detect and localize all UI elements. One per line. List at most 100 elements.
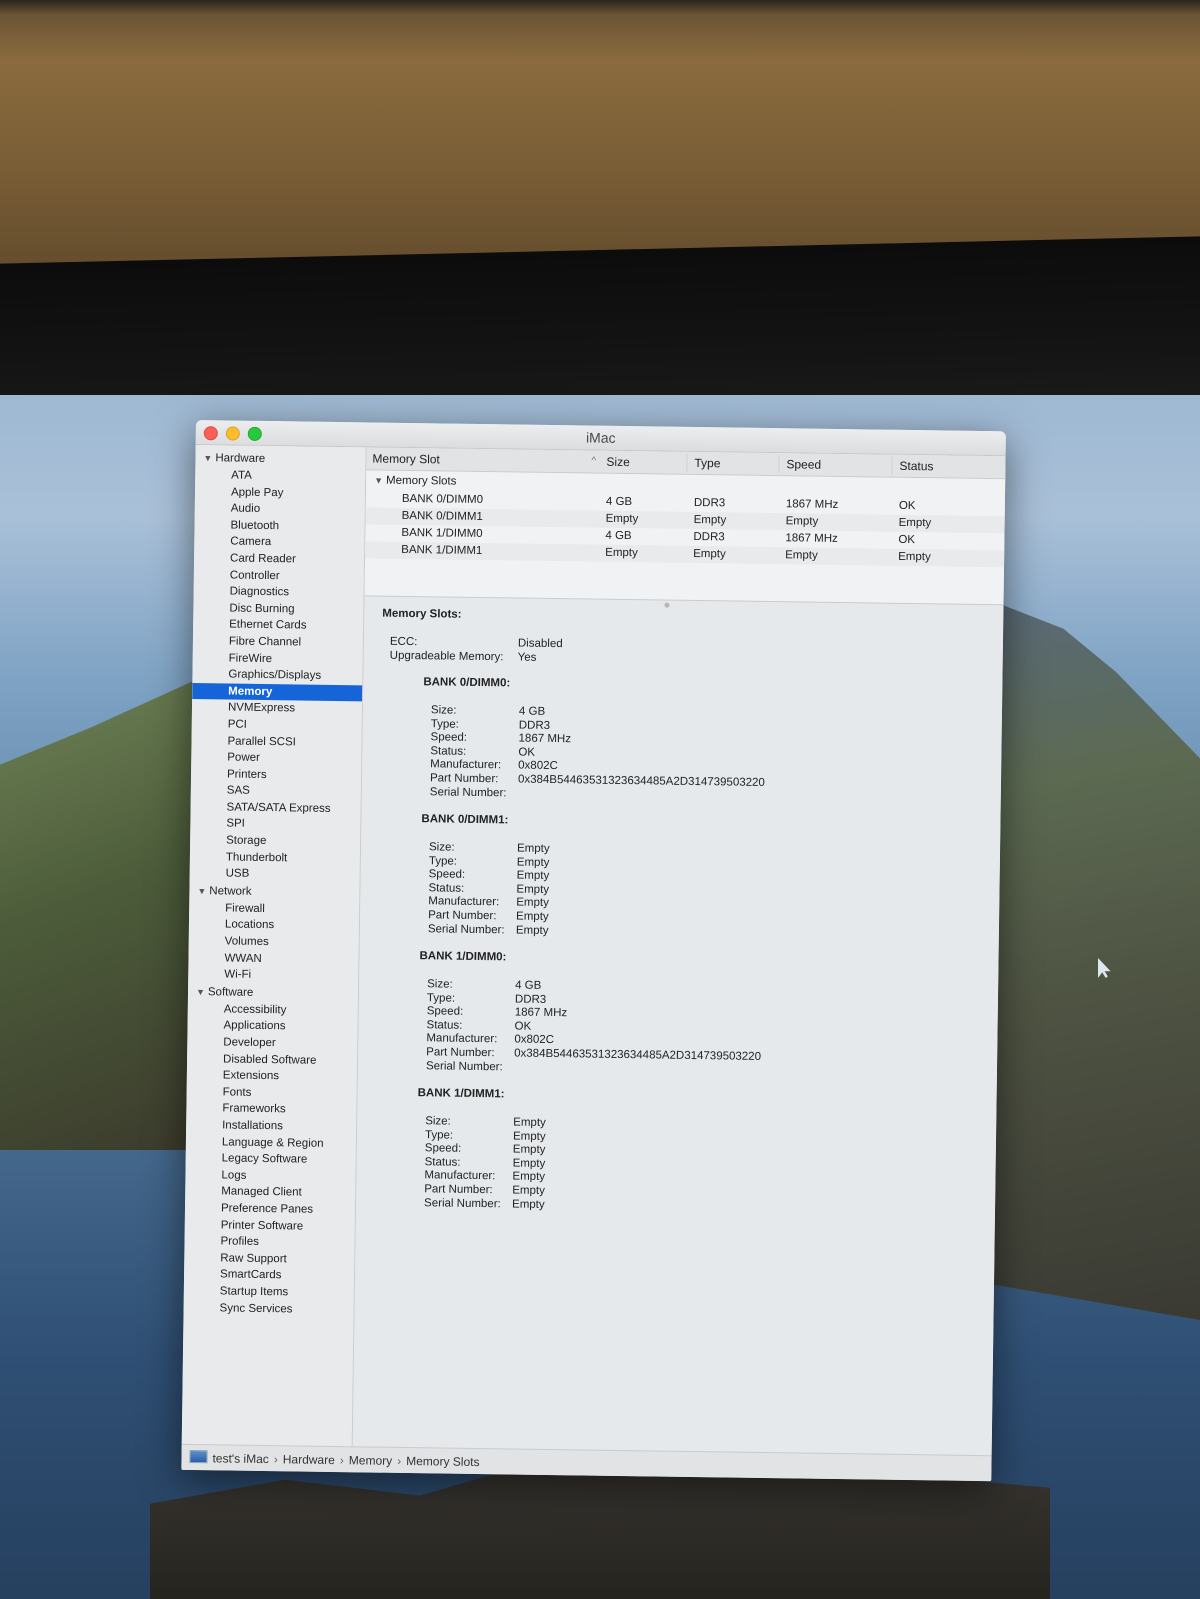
cell-type: DDR3 (693, 530, 725, 544)
column-header-memory-slot[interactable]: Memory Slot (372, 451, 440, 466)
disclosure-triangle-icon[interactable]: ▼ (374, 475, 383, 485)
breadcrumb-computer[interactable]: test's iMac (212, 1451, 269, 1466)
disclosure-triangle-icon[interactable]: ▼ (203, 453, 212, 463)
cell-speed: 1867 MHz (785, 532, 838, 545)
field-value: Empty (516, 896, 549, 910)
sidebar-group-hardware[interactable]: ▼ Hardware (195, 449, 365, 469)
field-label: Manufacturer: (426, 1032, 498, 1046)
field-label: Speed: (426, 1005, 464, 1018)
bank-details: Size: Empty Type: Empty Speed: Empty Status: Em… (428, 841, 550, 938)
field-label: Part Number: (429, 772, 499, 786)
field-label: Type: (426, 991, 456, 1005)
column-header-status[interactable]: Status (899, 459, 933, 473)
field-label: Serial Number: (429, 785, 507, 799)
cell-size: 4 GB (605, 529, 632, 543)
field-label: Speed: (424, 1142, 462, 1155)
breadcrumb-chevron-icon: › (273, 1452, 278, 1467)
breadcrumb: test's iMac › Hardware › Memory › Memory Slots (189, 1450, 480, 1469)
upgradeable-label: Upgradeable Memory: (389, 649, 504, 664)
field-label: Size: (428, 841, 455, 854)
field-value: Empty (512, 1184, 545, 1197)
bank-details: Size: 4 GB Type: DDR3 Speed: 1867 MHz Status: O… (426, 978, 762, 1078)
sidebar-group-network[interactable]: ▼ Network (189, 882, 359, 902)
bank-title: BANK 1/DIMM0: (419, 950, 507, 964)
main-panel: Memory Slot ^ Size Type Speed Status ▼ Me… (352, 447, 1006, 1456)
field-label: Type: (424, 1128, 454, 1142)
imac-computer-icon (189, 1450, 208, 1464)
field-label: Part Number: (424, 1183, 493, 1197)
field-value: 0x384B54463531323634485A2D314739503220 (514, 1047, 762, 1063)
breadcrumb-chevron-icon: › (397, 1453, 402, 1468)
detail-heading: Memory Slots: (382, 607, 462, 621)
bank-details: Size: Empty Type: Empty Speed: Empty Status: Em… (424, 1115, 546, 1212)
field-value: Empty (512, 1157, 546, 1170)
breadcrumb-hardware[interactable]: Hardware (283, 1452, 335, 1467)
sidebar-group-label: Network (209, 885, 252, 898)
field-value: Empty (516, 910, 549, 923)
field-label: Part Number: (428, 909, 497, 923)
detail-pane: Memory Slots: ECC: Disabled Upgradeable M… (353, 597, 1004, 1455)
ecc-row: ECC: Disabled (390, 636, 563, 650)
breadcrumb-memory[interactable]: Memory (349, 1453, 393, 1468)
ecc-value: Disabled (517, 637, 563, 651)
column-header-size[interactable]: Size (606, 455, 630, 469)
field-label: Speed: (428, 868, 466, 881)
table-group-memory-slots[interactable]: ▼ Memory Slots (374, 474, 457, 488)
cell-status: OK (898, 499, 916, 513)
cell-speed: Empty (785, 515, 819, 528)
cell-type: Empty (693, 547, 726, 561)
column-header-type[interactable]: Type (694, 456, 720, 470)
field-value: Empty (516, 842, 550, 855)
upgradeable-value: Yes (517, 651, 537, 664)
field-label: Size: (430, 704, 457, 717)
sidebar-group-label: Software (207, 986, 254, 999)
system-information-window: iMac ▼ Hardware ATA Apple Pay Audio Bluetooth… (181, 420, 1006, 1482)
field-label: Serial Number: (425, 1059, 503, 1073)
field-value: DDR3 (518, 719, 551, 732)
field-value: Empty (512, 1170, 546, 1184)
field-value: 1867 MHz (514, 1006, 568, 1020)
field-label: Manufacturer: (428, 895, 500, 909)
field-label: Status: (428, 882, 465, 895)
breadcrumb-memory-slots[interactable]: Memory Slots (406, 1454, 480, 1469)
field-value: Empty (516, 869, 550, 883)
field-label: Type: (428, 854, 458, 868)
disclosure-triangle-icon[interactable]: ▼ (197, 886, 206, 896)
field-label: Part Number: (426, 1046, 495, 1060)
field-value: 0x384B54463531323634485A2D314739503220 (517, 773, 765, 789)
field-value: DDR3 (514, 993, 547, 1006)
field-value: Empty (515, 924, 549, 937)
cell-slot: BANK 0/DIMM1 (401, 509, 483, 524)
field-value: 0x802C (514, 1033, 555, 1047)
field-label: Type: (430, 717, 460, 731)
field-value: Empty (513, 1116, 546, 1129)
ecc-label: ECC: (389, 635, 418, 649)
field-value: Empty (516, 856, 550, 869)
field-label: Serial Number: (427, 922, 505, 936)
memory-slot-table: ▼ Memory Slots BANK 0/DIMM0 4 GB DDR3 1867 M… (364, 470, 1006, 608)
column-header-speed[interactable]: Speed (786, 457, 821, 471)
cell-type: Empty (693, 513, 727, 527)
field-label: Manufacturer: (424, 1169, 496, 1183)
sidebar: ▼ Hardware ATA Apple Pay Audio Bluetooth Camer… (181, 444, 367, 1447)
table-group-label: Memory Slots (386, 474, 457, 488)
cell-speed: 1867 MHz (785, 498, 839, 511)
field-label: Status: (424, 1156, 461, 1169)
sidebar-item-sync-services[interactable]: Sync Services (183, 1299, 353, 1318)
field-value: 0x802C (518, 759, 558, 773)
field-label: Speed: (430, 731, 468, 745)
field-value: OK (518, 746, 536, 759)
field-label: Serial Number: (424, 1196, 501, 1210)
disclosure-triangle-icon[interactable]: ▼ (196, 987, 205, 997)
sidebar-group-software[interactable]: ▼ Software (188, 983, 358, 1003)
cell-type: DDR3 (693, 496, 726, 510)
field-value: OK (514, 1020, 532, 1033)
cell-size: Empty (605, 512, 639, 526)
cell-size: 4 GB (605, 495, 633, 509)
cell-status: Empty (898, 516, 932, 530)
column-divider (778, 455, 780, 474)
cell-slot: BANK 1/DIMM1 (401, 543, 483, 558)
field-label: Size: (427, 978, 453, 991)
field-label: Status: (426, 1019, 463, 1032)
breadcrumb-chevron-icon: › (339, 1453, 344, 1468)
